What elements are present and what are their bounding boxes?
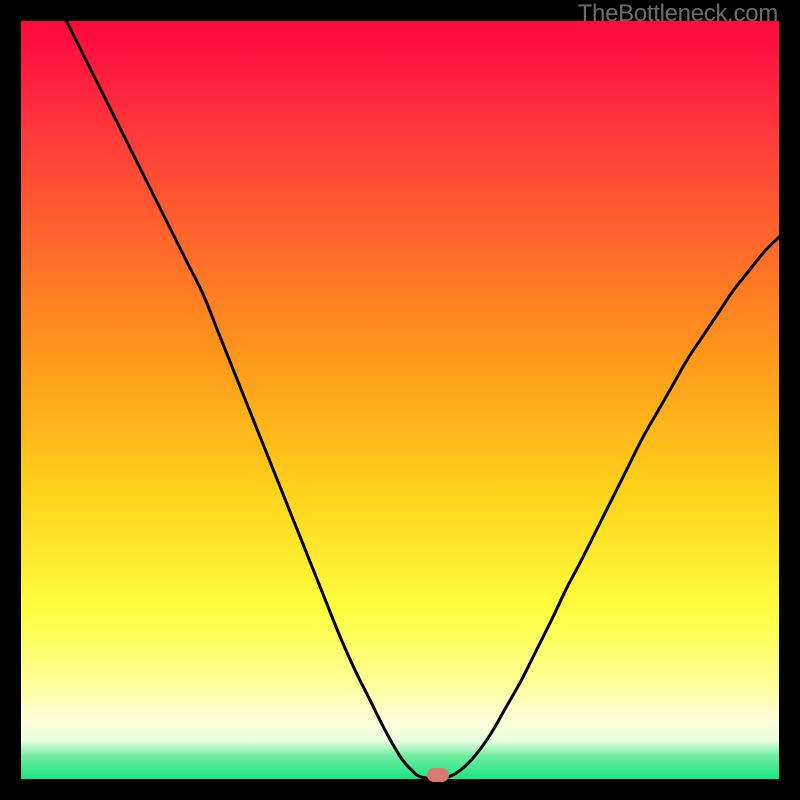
curve-layer (21, 21, 779, 779)
chart-frame: TheBottleneck.com (0, 0, 800, 800)
watermark-text: TheBottleneck.com (578, 0, 778, 28)
bottleneck-marker (427, 768, 449, 782)
bottleneck-curve (66, 21, 779, 779)
plot-area (21, 21, 779, 779)
